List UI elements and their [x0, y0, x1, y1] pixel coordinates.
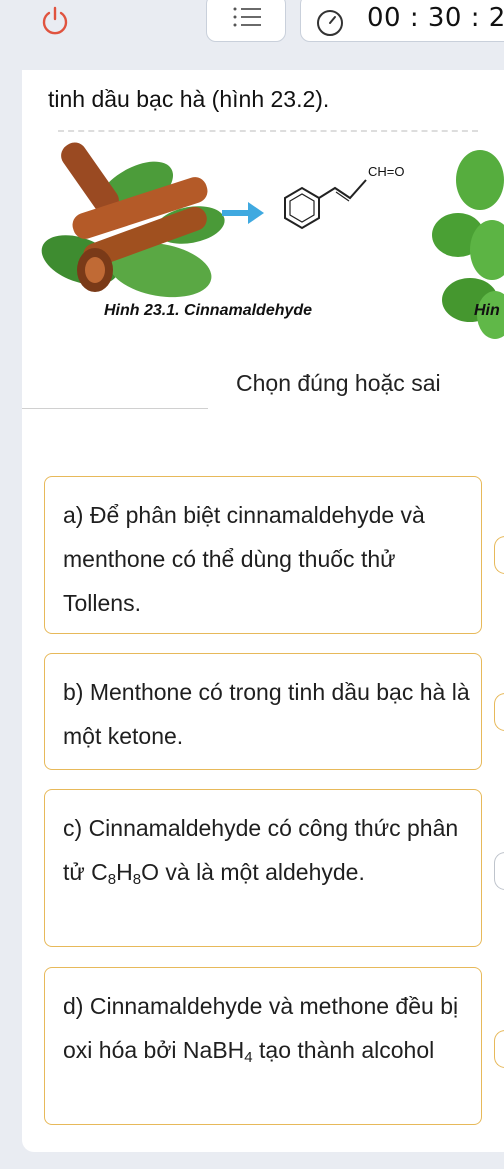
question-list-button[interactable]: [206, 0, 286, 42]
figure-caption-left: Hinh 23.1. Cinnamaldehyde: [104, 302, 313, 319]
countdown-timer: 00 : 30 : 23: [300, 0, 504, 42]
option-d-text: d) Cinnamaldehyde và methone đều bị oxi …: [63, 993, 459, 1066]
power-icon[interactable]: [40, 6, 70, 36]
option-c-text: c) Cinnamaldehyde có công thức phân tử C…: [63, 815, 459, 888]
option-b-toggle[interactable]: [494, 693, 504, 731]
option-c[interactable]: c) Cinnamaldehyde có công thức phân tử C…: [44, 789, 482, 947]
option-a-text: a) Để phân biệt cinnamaldehyde và mentho…: [63, 502, 425, 616]
option-b[interactable]: b) Menthone có trong tinh dầu bạc hà là …: [44, 653, 482, 770]
option-a-toggle[interactable]: [494, 536, 504, 574]
figure-caption-right: Hin: [474, 302, 500, 319]
option-c-toggle[interactable]: [494, 852, 504, 890]
instruction-text: Chọn đúng hoặc sai: [236, 370, 441, 396]
option-d[interactable]: d) Cinnamaldehyde và methone đều bị oxi …: [44, 967, 482, 1125]
section-divider: [22, 408, 208, 409]
formula-label: CH=O: [368, 164, 404, 179]
top-bar: 00 : 30 : 23: [0, 0, 504, 70]
timer-value: 00 : 30 : 23: [367, 3, 504, 33]
menu-list-icon: [233, 7, 261, 27]
timer-icon: [317, 10, 343, 36]
intro-text: tinh dầu bạc hà (hình 23.2).: [48, 86, 330, 112]
option-b-text: b) Menthone có trong tinh dầu bạc hà là …: [63, 679, 470, 749]
option-d-toggle[interactable]: [494, 1030, 504, 1068]
option-a[interactable]: a) Để phân biệt cinnamaldehyde và mentho…: [44, 476, 482, 634]
